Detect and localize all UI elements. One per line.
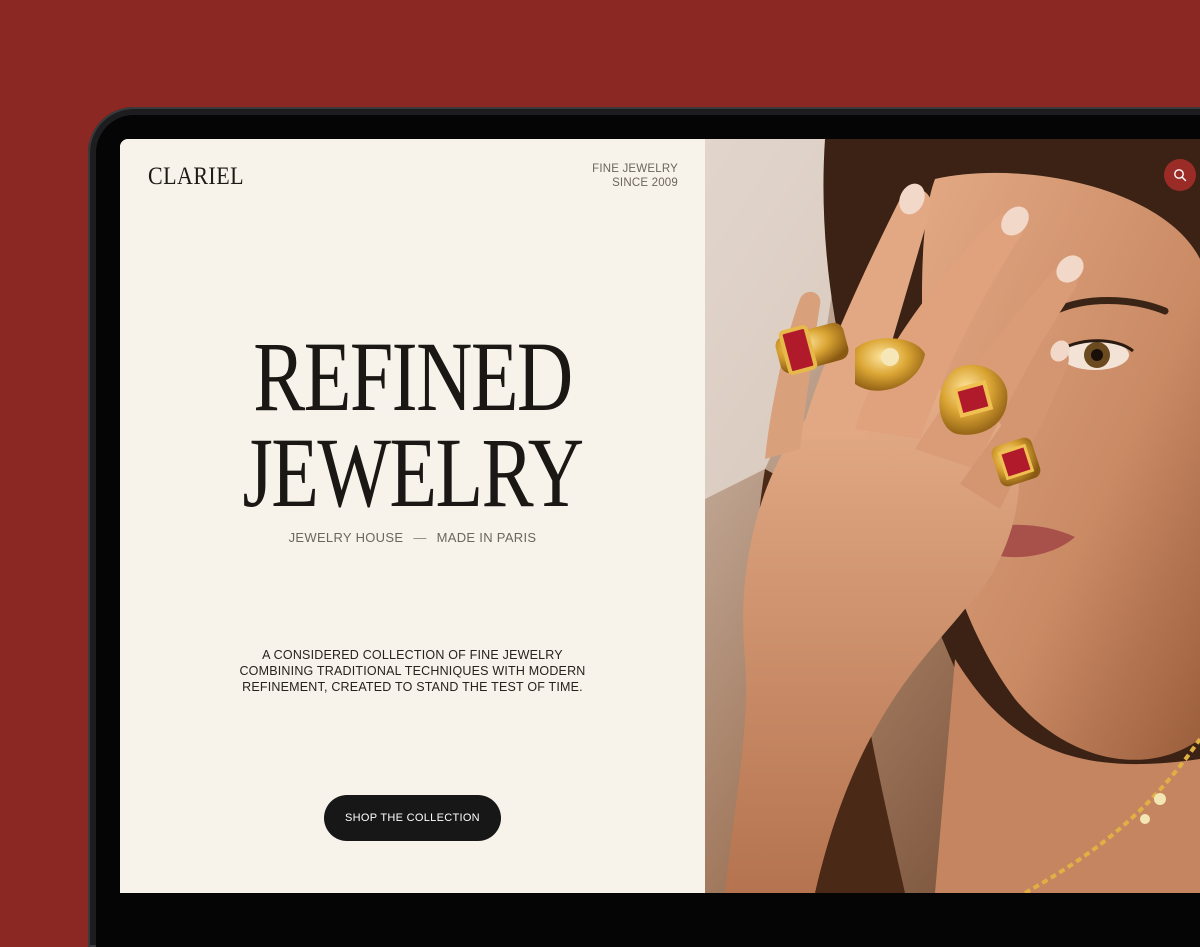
brand-logo[interactable]: CLARIEL xyxy=(148,163,244,191)
subtitle-left: JEWELRY HOUSE xyxy=(288,530,404,545)
hero-title-line-1: REFINED xyxy=(253,321,573,432)
brand-tagline: FINE JEWELRY SINCE 2009 xyxy=(592,162,678,190)
tagline-line-1: FINE JEWELRY xyxy=(592,163,678,175)
website-screen: CLARIEL FINE JEWELRY SINCE 2009 REFINED … xyxy=(120,139,1200,893)
search-icon xyxy=(1174,169,1187,182)
hero-photo xyxy=(705,139,1200,893)
shop-collection-button[interactable]: SHOP THE COLLECTION xyxy=(324,795,501,841)
model-with-rings-image xyxy=(705,139,1200,893)
subtitle-right: MADE IN PARIS xyxy=(436,530,537,545)
hero-subtitle: JEWELRY HOUSE — MADE IN PARIS xyxy=(120,530,705,545)
subtitle-separator: — xyxy=(413,530,427,545)
hero-description: A CONSIDERED COLLECTION OF FINE JEWELRY … xyxy=(239,648,586,694)
hero-title-line-2: JEWELRY xyxy=(242,417,584,528)
tagline-line-2: SINCE 2009 xyxy=(612,177,678,189)
hero-title: REFINED JEWELRY xyxy=(120,321,705,528)
hero-text-panel: CLARIEL FINE JEWELRY SINCE 2009 REFINED … xyxy=(120,139,705,893)
search-button[interactable] xyxy=(1164,159,1196,191)
